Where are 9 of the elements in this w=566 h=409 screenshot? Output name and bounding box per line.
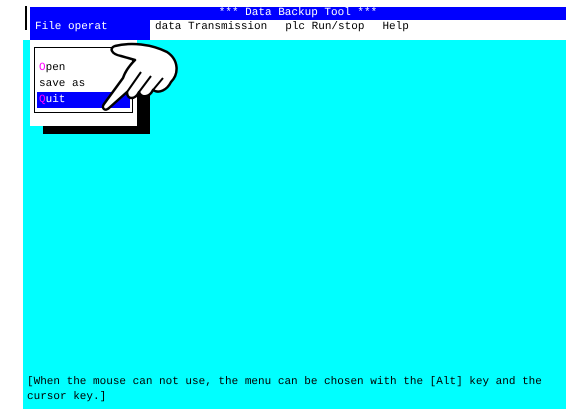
text-cursor bbox=[25, 6, 27, 30]
dropdown-item[interactable]: save as bbox=[37, 76, 86, 92]
dropdown-item[interactable]: Open bbox=[37, 60, 66, 76]
menu-item[interactable]: plc Run/stop bbox=[280, 20, 370, 40]
status-text: [When the mouse can not use, the menu can be chosen with the [Alt] key and the cursor key.] bbox=[27, 375, 543, 405]
menu-item[interactable]: Help bbox=[377, 20, 414, 40]
menu-item[interactable]: data Transmission bbox=[150, 20, 272, 40]
menu-item[interactable]: File operat bbox=[30, 20, 150, 40]
title-bar: *** Data Backup Tool *** bbox=[30, 7, 566, 20]
